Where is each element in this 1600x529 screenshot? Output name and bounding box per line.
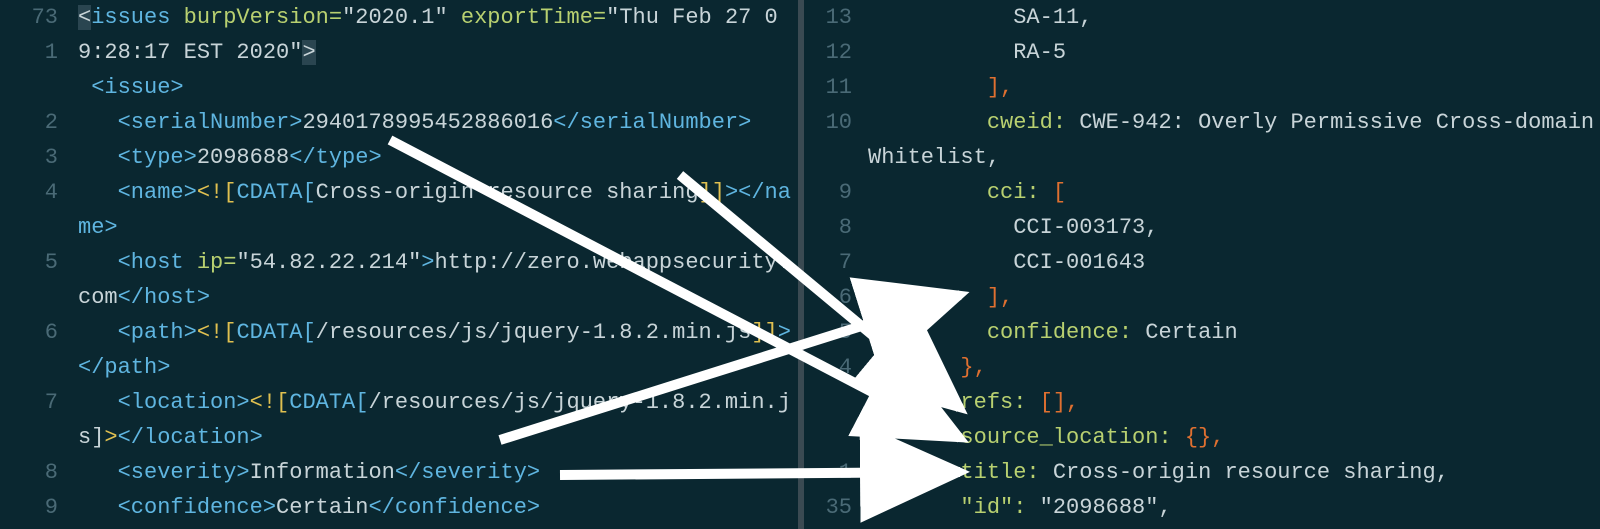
left-gutter: 73 1 2 3 4 5 6 7 8 9 10 — [0, 0, 72, 529]
right-gutter: 13 12 11 10 9 8 7 6 5 4 1 35 — [804, 0, 864, 529]
left-code[interactable]: <issues burpVersion="2020.1" exportTime=… — [78, 0, 798, 529]
split-editor: 73 1 2 3 4 5 6 7 8 9 10 <issues burpVers… — [0, 0, 1600, 529]
left-pane[interactable]: 73 1 2 3 4 5 6 7 8 9 10 <issues burpVers… — [0, 0, 798, 529]
right-code[interactable]: SA-11, RA-5 ], cweid: CWE-942: Overly Pe… — [868, 0, 1600, 529]
right-pane[interactable]: 13 12 11 10 9 8 7 6 5 4 1 35 SA-11, RA-5… — [804, 0, 1600, 529]
